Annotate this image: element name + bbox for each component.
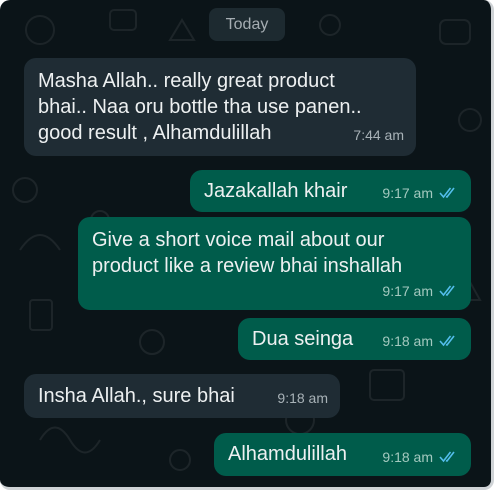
message-meta: 7:44 am <box>353 122 404 148</box>
message-incoming[interactable]: Insha Allah., sure bhai 9:18 am <box>24 374 340 418</box>
message-text-line: Dua seinga <box>252 328 354 350</box>
message-meta: 9:18 am <box>277 385 328 411</box>
message-text-line: product like a review bhai inshallah <box>92 255 403 277</box>
message-text-line: Insha Allah., sure bhai <box>38 385 235 407</box>
message-text-line: bhai.. Naa oru bottle tha use panen.. <box>38 96 362 118</box>
message-outgoing[interactable]: Jazakallah khair 9:17 am <box>190 170 471 212</box>
double-check-icon <box>439 187 455 199</box>
message-text-line: Jazakallah khair <box>204 180 348 202</box>
message-time: 7:44 am <box>353 127 404 143</box>
message-incoming[interactable]: Masha Allah.. really great product bhai.… <box>24 58 416 156</box>
chat-view: Today Masha Allah.. really great product… <box>0 0 494 490</box>
message-outgoing[interactable]: Give a short voice mail about our produc… <box>78 217 471 310</box>
message-time: 9:17 am <box>382 283 433 299</box>
message-text-line: Alhamdulillah <box>228 443 347 465</box>
double-check-icon <box>439 335 455 347</box>
message-text-line: good result , Alhamdulillah <box>38 122 272 144</box>
message-meta: 9:17 am <box>382 278 459 304</box>
message-meta: 9:17 am <box>382 180 459 206</box>
message-time: 9:17 am <box>382 185 433 201</box>
date-chip: Today <box>209 8 285 41</box>
message-outgoing[interactable]: Alhamdulillah 9:18 am <box>214 433 471 476</box>
message-outgoing[interactable]: Dua seinga 9:18 am <box>238 318 471 360</box>
message-time: 9:18 am <box>382 333 433 349</box>
message-time: 9:18 am <box>277 390 328 406</box>
double-check-icon <box>439 451 455 463</box>
message-meta: 9:18 am <box>382 328 459 354</box>
double-check-icon <box>439 285 455 297</box>
message-text-line: Give a short voice mail about our <box>92 229 385 251</box>
message-text-line: Masha Allah.. really great product <box>38 70 335 92</box>
message-meta: 9:18 am <box>382 444 459 470</box>
message-time: 9:18 am <box>382 449 433 465</box>
